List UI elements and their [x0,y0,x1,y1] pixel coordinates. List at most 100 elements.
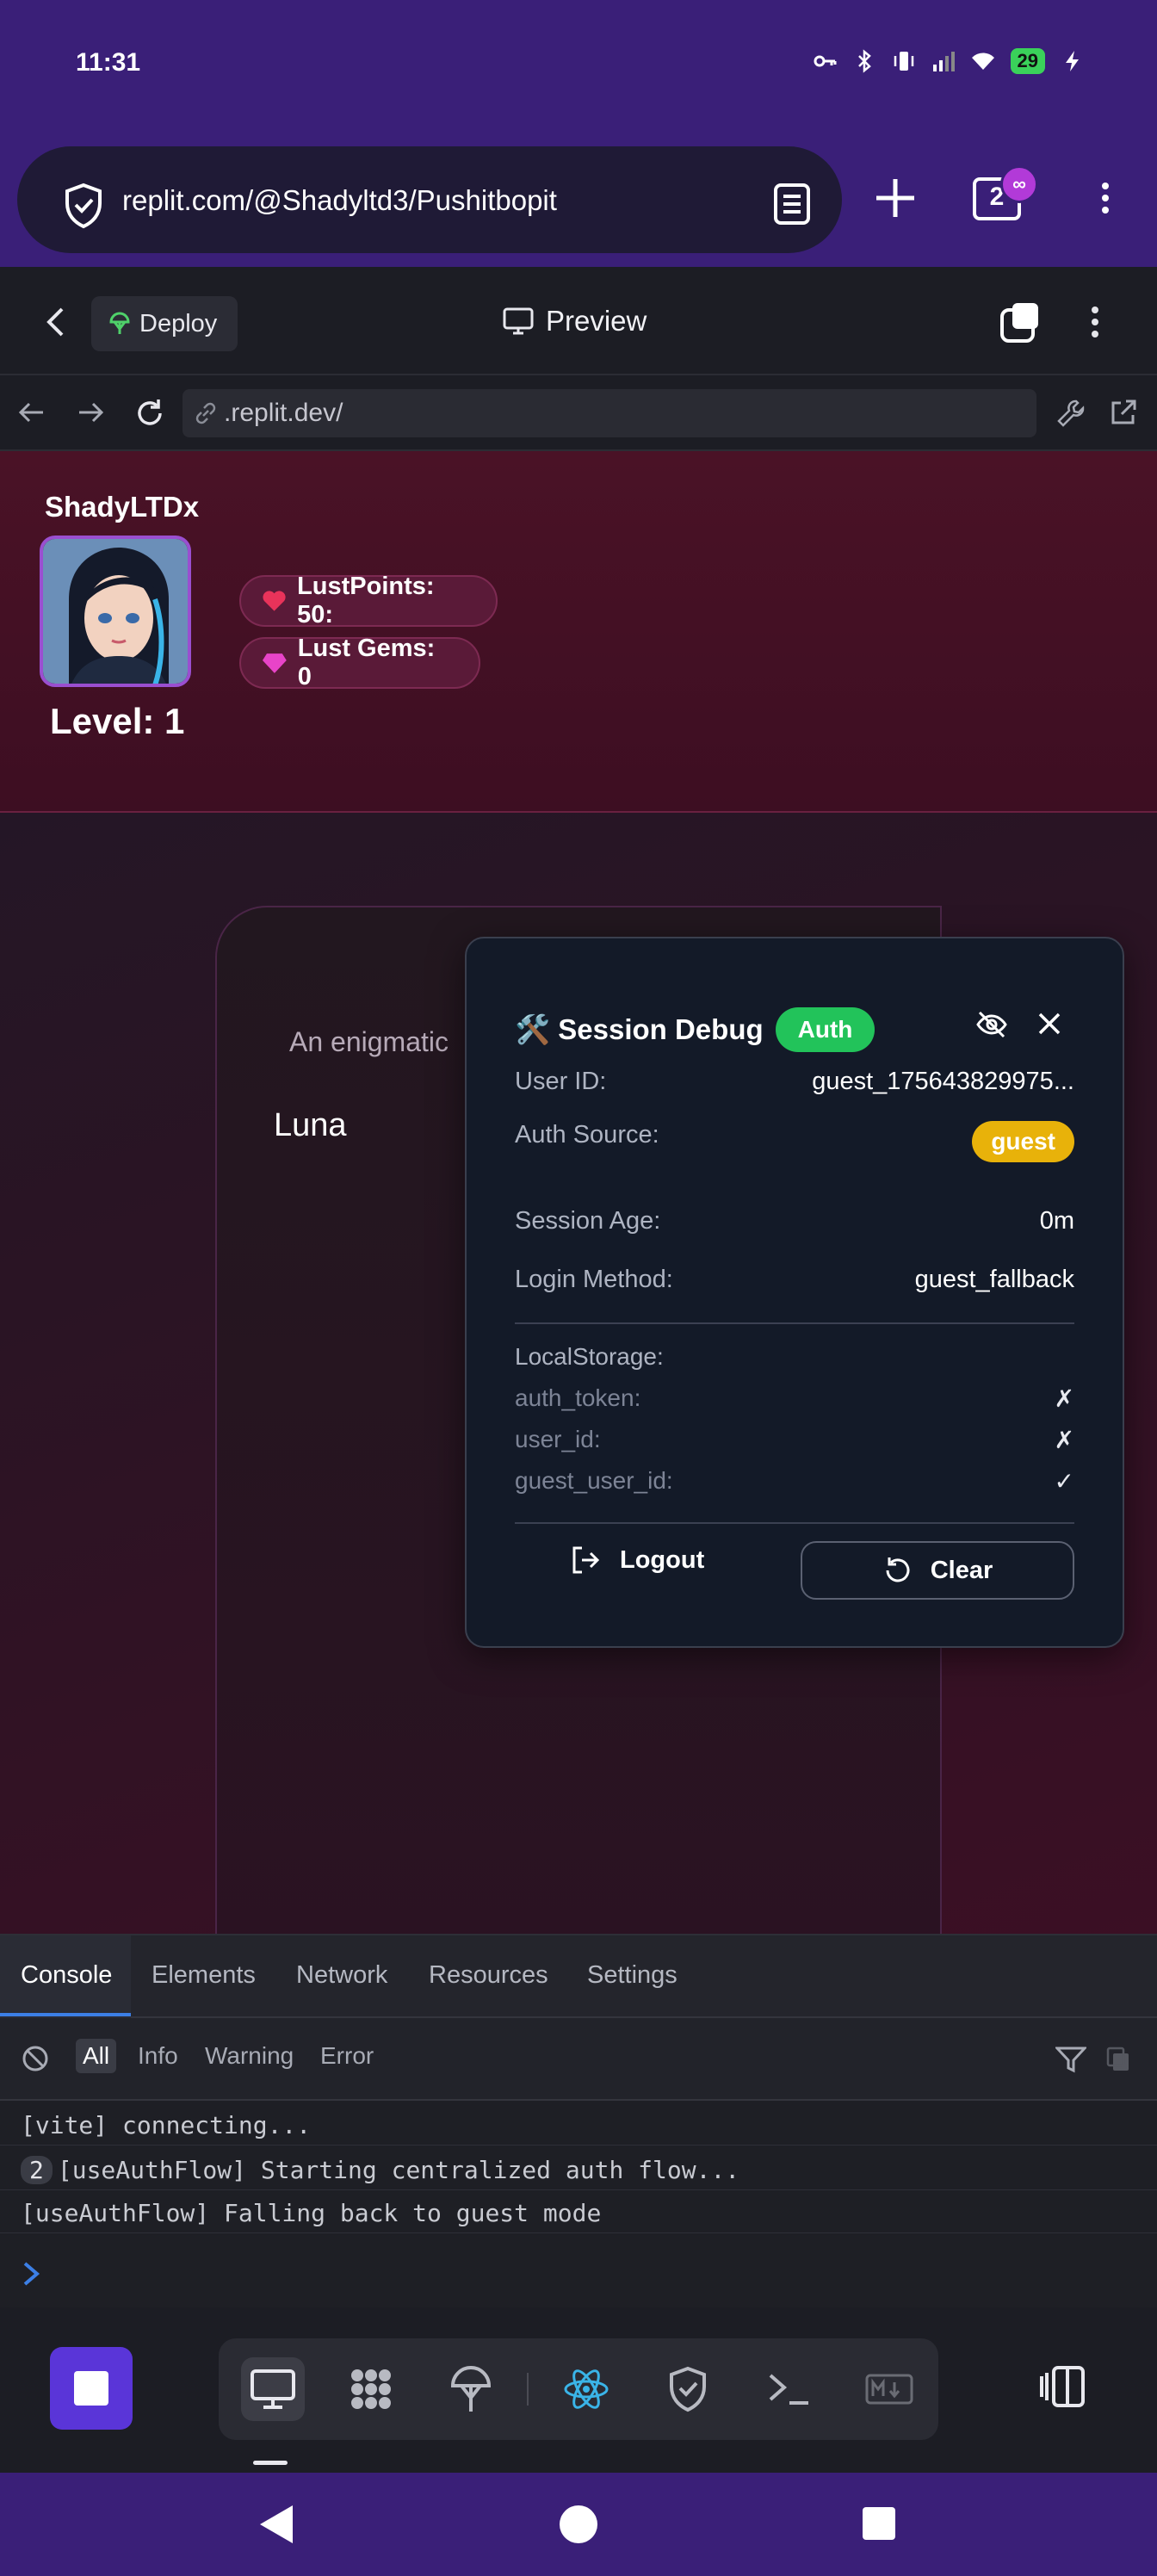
local-storage-row: auth_token: ✗ [515,1384,1074,1413]
preview-address[interactable]: .replit.dev/ [224,399,343,428]
deploy-icon [109,312,130,334]
ls-key: user_id: [515,1426,601,1452]
local-storage-row: user_id: ✗ [515,1426,1074,1454]
shell-tool[interactable] [758,2357,821,2421]
console-prompt-icon[interactable] [22,2261,41,2287]
back-chevron-icon[interactable] [45,307,65,337]
system-recents-icon[interactable] [863,2507,895,2540]
browser-menu-icon[interactable] [1093,177,1117,226]
tab-console[interactable]: Console [21,1961,112,1990]
lust-points-pill: LustPoints: 50: [239,573,498,629]
external-link-icon[interactable] [1109,398,1138,427]
markdown-tool[interactable] [857,2357,921,2421]
filter-all[interactable]: All [76,2039,117,2073]
deploy-icon [450,2366,492,2412]
deploy-button[interactable]: Deploy [91,296,238,351]
shield-check-icon [670,2366,706,2412]
character-name: Luna [274,1107,347,1143]
repeat-count: 2 [21,2156,53,2184]
ls-key: auth_token: [515,1384,641,1411]
preview-tool[interactable] [241,2357,305,2421]
tab-network[interactable]: Network [296,1961,387,1990]
preview-address-bar[interactable]: .replit.dev/ [183,389,1036,437]
username: ShadyLTDx [45,491,200,523]
session-debug-panel: 🛠️ Session Debug Auth User ID: guest_175… [465,937,1124,1648]
console-row: 2 [useAuthFlow] Starting centralized auth… [0,2147,1157,2190]
panel-toggle-icon[interactable] [1038,2364,1086,2409]
console-message: [useAuthFlow] Starting centralized auth … [57,2156,740,2184]
clear-label: Clear [930,1556,993,1584]
reload-icon[interactable] [134,398,165,429]
debug-value: 0m [1039,1207,1074,1235]
lust-gems-text: Lust Gems: 0 [297,635,436,690]
devtools-tabs: Console Elements Network Resources Setti… [0,1935,1157,2018]
player-header: ShadyLTDx Level: 1 LustPoints: 50: Lust … [0,451,1157,813]
preview-label: Preview [546,305,647,337]
filter-icon[interactable] [1055,2046,1086,2073]
ls-value: ✗ [1054,1427,1074,1453]
nav-back-icon[interactable] [17,398,46,427]
wifi-icon [971,53,994,70]
filter-info[interactable]: Info [138,2042,178,2070]
debug-value: guest_175643829975... [812,1068,1074,1095]
vibrate-icon [894,52,913,71]
url-bar[interactable]: replit.com/@Shadyltd3/Pushitbopit [17,146,842,253]
active-tab-underline [0,2013,131,2016]
debug-row-auth-source: Auth Source: guest [515,1121,1074,1162]
filter-warning[interactable]: Warning [205,2042,294,2070]
layers-icon[interactable] [999,301,1042,344]
deploy-tool[interactable] [439,2357,503,2421]
debug-row-session-age: Session Age: 0m [515,1207,1074,1235]
eye-off-icon[interactable] [974,1007,1009,1042]
devtools-panel: Console Elements Network Resources Setti… [0,1934,1157,2307]
charging-icon [1066,51,1079,71]
player-level: Level: 1 [50,701,185,741]
clear-button[interactable]: Clear [801,1541,1074,1600]
app-preview: ShadyLTDx Level: 1 LustPoints: 50: Lust … [0,451,1157,1934]
nav-forward-icon[interactable] [76,398,105,427]
console-message: [useAuthFlow] Falling back to guest mode [21,2199,602,2227]
debug-key: User ID: [515,1068,607,1095]
system-back-icon[interactable] [260,2505,293,2543]
logout-label: Logout [620,1545,705,1574]
browser-toolbar: replit.com/@Shadyltd3/Pushitbopit 2 ∞ [0,138,1157,267]
url-text[interactable]: replit.com/@Shadyltd3/Pushitbopit [122,184,557,217]
avatar[interactable] [40,536,191,687]
clear-console-icon[interactable] [21,2044,50,2073]
workspace-tool[interactable] [339,2357,403,2421]
security-tool[interactable] [656,2357,720,2421]
tab-resources[interactable]: Resources [429,1961,548,1990]
react-icon [564,2369,609,2409]
console-message-group: 2 [useAuthFlow] Starting centralized auth… [21,2156,739,2184]
status-bar: 11:31 29 [0,0,1157,138]
copy-icon[interactable] [1105,2046,1131,2073]
react-tool[interactable] [554,2357,618,2421]
tab-elements[interactable]: Elements [152,1961,256,1990]
ls-value: ✓ [1054,1468,1074,1495]
link-icon [195,402,216,424]
close-icon[interactable] [1035,1009,1064,1038]
debug-title: 🛠️ Session Debug Auth [515,1007,875,1052]
toolbar-divider [527,2373,529,2406]
wrench-icon[interactable] [1055,398,1086,429]
avatar-image [43,539,188,684]
shield-check-icon[interactable] [62,183,105,229]
tab-settings[interactable]: Settings [587,1961,677,1990]
filter-error[interactable]: Error [320,2042,374,2070]
local-storage-row: guest_user_id: ✓ [515,1467,1074,1495]
stop-button[interactable] [50,2347,133,2430]
reader-mode-icon[interactable] [773,183,811,226]
terminal-icon [769,2374,808,2405]
debug-row-login-method: Login Method: guest_fallback [515,1266,1074,1294]
console-filter-bar: All Info Warning Error [0,2018,1157,2101]
deploy-label: Deploy [139,309,218,337]
new-tab-icon[interactable] [869,172,921,224]
console-row: [vite] connecting... [0,2102,1157,2146]
logout-button[interactable]: Logout [570,1545,704,1576]
character-description: An enigmatic [289,1026,449,1057]
key-icon [814,55,837,67]
local-storage-title: LocalStorage: [515,1343,664,1370]
active-tool-indicator [253,2461,288,2465]
replit-menu-icon[interactable] [1083,301,1107,350]
system-home-icon[interactable] [560,2505,597,2543]
